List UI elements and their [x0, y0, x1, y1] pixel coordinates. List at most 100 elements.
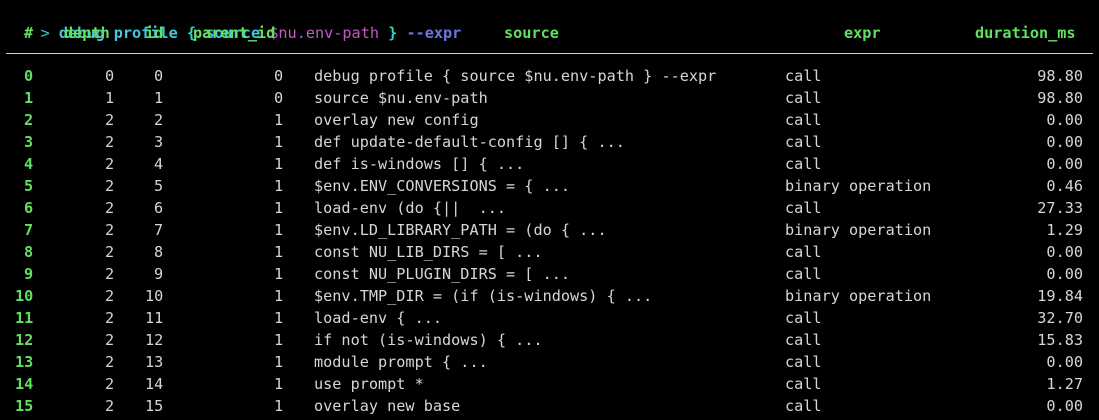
row-parent-id: 1: [274, 353, 284, 371]
row-parent-id: 1: [274, 397, 284, 415]
table-row: 9 2 9 1 const NU_PLUGIN_DIRS = [ ... cal…: [0, 263, 1099, 285]
row-id: 9: [154, 265, 164, 283]
row-duration: 0.46: [1046, 177, 1083, 195]
row-index: 15: [15, 397, 34, 415]
row-depth: 2: [105, 309, 115, 327]
row-id: 3: [154, 133, 164, 151]
row-parent-id: 0: [274, 67, 284, 85]
row-index: 11: [15, 309, 34, 327]
env-variable: $nu.env-path: [269, 24, 379, 42]
row-duration: 98.80: [1037, 67, 1083, 85]
row-index: 6: [24, 199, 34, 217]
table-row: 7 2 7 1 $env.LD_LIBRARY_PATH = (do { ...…: [0, 219, 1099, 241]
table-row: 6 2 6 1 load-env (do {|| ... call 27.33: [0, 197, 1099, 219]
row-duration: 98.80: [1037, 89, 1083, 107]
row-id: 4: [154, 155, 164, 173]
row-expr: binary operation: [785, 287, 932, 305]
row-index: 10: [15, 287, 34, 305]
row-source: use prompt *: [314, 375, 424, 393]
row-source: const NU_PLUGIN_DIRS = [ ...: [314, 265, 571, 283]
table-row: 14 2 14 1 use prompt * call 1.27: [0, 373, 1099, 395]
row-duration: 27.33: [1037, 199, 1083, 217]
column-header-source: source: [504, 24, 559, 42]
row-duration: 0.00: [1046, 133, 1083, 151]
row-parent-id: 1: [274, 155, 284, 173]
row-id: 8: [154, 243, 164, 261]
row-id: 7: [154, 221, 164, 239]
row-depth: 2: [105, 155, 115, 173]
row-duration: 0.00: [1046, 111, 1083, 129]
row-source: load-env (do {|| ...: [314, 199, 507, 217]
row-expr: call: [785, 397, 822, 415]
row-duration: 19.84: [1037, 287, 1083, 305]
row-source: load-env { ...: [314, 309, 443, 327]
table-row: 8 2 8 1 const NU_LIB_DIRS = [ ... call 0…: [0, 241, 1099, 263]
row-id: 0: [154, 67, 164, 85]
row-depth: 2: [105, 111, 115, 129]
row-id: 12: [145, 331, 164, 349]
table-row: 15 2 15 1 overlay new base call 0.00: [0, 395, 1099, 417]
row-source: $env.LD_LIBRARY_PATH = (do { ...: [314, 221, 607, 239]
row-expr: call: [785, 89, 822, 107]
row-parent-id: 0: [274, 89, 284, 107]
row-parent-id: 1: [274, 331, 284, 349]
close-brace: }: [388, 24, 398, 42]
row-index: 0: [24, 67, 34, 85]
command-line[interactable]: > debug profile { source $nu.env-path } …: [4, 0, 462, 42]
table-row: 1 1 1 0 source $nu.env-path call 98.80: [0, 87, 1099, 109]
row-depth: 2: [105, 397, 115, 415]
row-expr: call: [785, 67, 822, 85]
row-expr: call: [785, 111, 822, 129]
column-header-index: #: [24, 24, 34, 42]
row-parent-id: 1: [274, 111, 284, 129]
row-id: 13: [145, 353, 164, 371]
row-expr: call: [785, 243, 822, 261]
row-index: 3: [24, 133, 34, 151]
row-id: 10: [145, 287, 164, 305]
row-id: 2: [154, 111, 164, 129]
row-index: 5: [24, 177, 34, 195]
row-duration: 0.00: [1046, 353, 1083, 371]
row-source: const NU_LIB_DIRS = [ ...: [314, 243, 543, 261]
row-id: 14: [145, 375, 164, 393]
column-header-id: id: [145, 24, 164, 42]
table-row: 13 2 13 1 module prompt { ... call 0.00: [0, 351, 1099, 373]
table-row: 4 2 4 1 def is-windows [] { ... call 0.0…: [0, 153, 1099, 175]
row-depth: 2: [105, 287, 115, 305]
table-row: 11 2 11 1 load-env { ... call 32.70: [0, 307, 1099, 329]
row-expr: call: [785, 199, 822, 217]
column-header-duration: duration_ms: [975, 24, 1076, 42]
row-source: overlay new config: [314, 111, 479, 129]
row-index: 7: [24, 221, 34, 239]
row-index: 2: [24, 111, 34, 129]
row-id: 15: [145, 397, 164, 415]
row-parent-id: 1: [274, 287, 284, 305]
row-depth: 2: [105, 133, 115, 151]
row-id: 6: [154, 199, 164, 217]
row-duration: 1.27: [1046, 375, 1083, 393]
row-expr: call: [785, 331, 822, 349]
row-expr: call: [785, 265, 822, 283]
table-row: 2 2 2 1 overlay new config call 0.00: [0, 109, 1099, 131]
row-index: 1: [24, 89, 34, 107]
expr-flag: --expr: [406, 24, 462, 42]
row-parent-id: 1: [274, 133, 284, 151]
table-row: 5 2 5 1 $env.ENV_CONVERSIONS = { ... bin…: [0, 175, 1099, 197]
table-row: 3 2 3 1 def update-default-config [] { .…: [0, 131, 1099, 153]
row-depth: 2: [105, 331, 115, 349]
row-duration: 1.29: [1046, 221, 1083, 239]
row-index: 9: [24, 265, 34, 283]
row-duration: 32.70: [1037, 309, 1083, 327]
row-expr: call: [785, 353, 822, 371]
row-depth: 0: [105, 67, 115, 85]
terminal-window[interactable]: > debug profile { source $nu.env-path } …: [0, 0, 1099, 420]
row-parent-id: 1: [274, 375, 284, 393]
row-parent-id: 1: [274, 243, 284, 261]
prompt-indicator: >: [40, 24, 50, 42]
row-source: overlay new base: [314, 397, 461, 415]
column-header-parent-id: parent_id: [193, 24, 276, 42]
table-row: 0 0 0 0 debug profile { source $nu.env-p…: [0, 65, 1099, 87]
table-row: 10 2 10 1 $env.TMP_DIR = (if (is-windows…: [0, 285, 1099, 307]
row-index: 12: [15, 331, 34, 349]
row-depth: 2: [105, 177, 115, 195]
